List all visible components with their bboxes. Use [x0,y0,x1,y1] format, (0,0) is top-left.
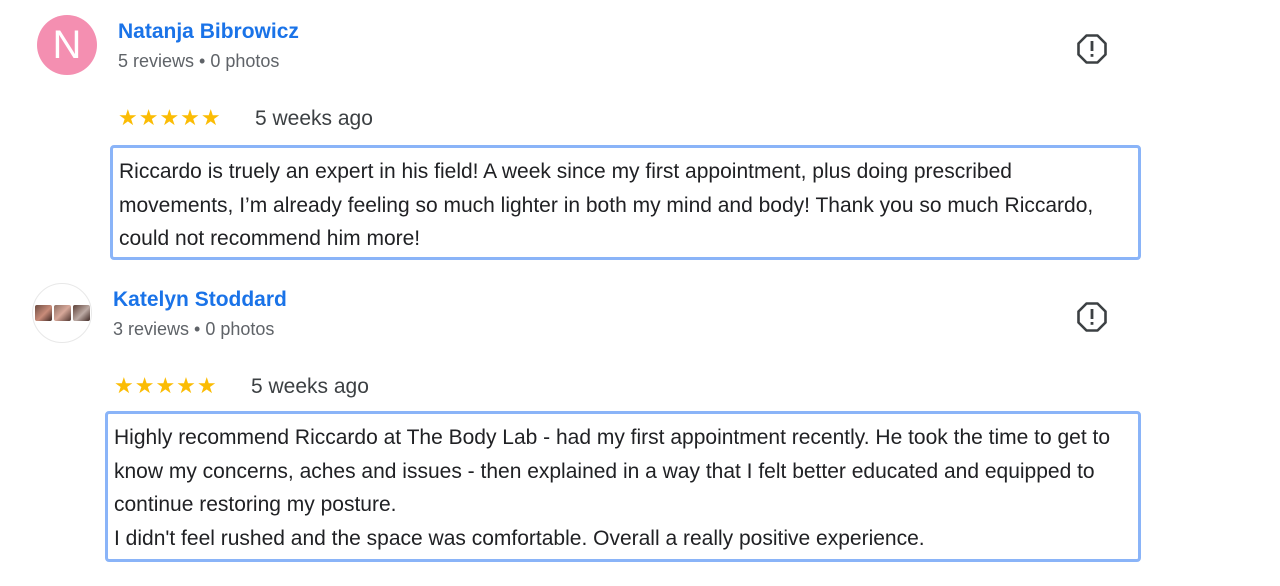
report-flag-icon[interactable] [1076,33,1108,65]
review-text: Highly recommend Riccardo at The Body La… [105,411,1141,562]
reviewer-meta: 3 reviews • 0 photos [113,319,275,339]
star-rating: ★★★★★ [118,105,222,130]
review-card: Katelyn Stoddard 3 reviews • 0 photos ★★… [0,268,1280,586]
review-time: 5 weeks ago [251,375,369,398]
star-rating: ★★★★★ [114,373,218,398]
avatar[interactable]: N [37,15,97,75]
avatar-photo [34,305,90,321]
reviewer-name[interactable]: Natanja Bibrowicz [118,20,299,44]
report-flag-icon[interactable] [1076,301,1108,333]
reviewer-meta: 5 reviews • 0 photos [118,51,280,71]
avatar-letter: N [52,22,82,67]
reviewer-name[interactable]: Katelyn Stoddard [113,288,287,312]
review-text: Riccardo is truely an expert in his fiel… [110,145,1141,260]
review-time: 5 weeks ago [255,107,373,130]
avatar[interactable] [32,283,92,343]
review-card: N Natanja Bibrowicz 5 reviews • 0 photos… [0,0,1280,265]
